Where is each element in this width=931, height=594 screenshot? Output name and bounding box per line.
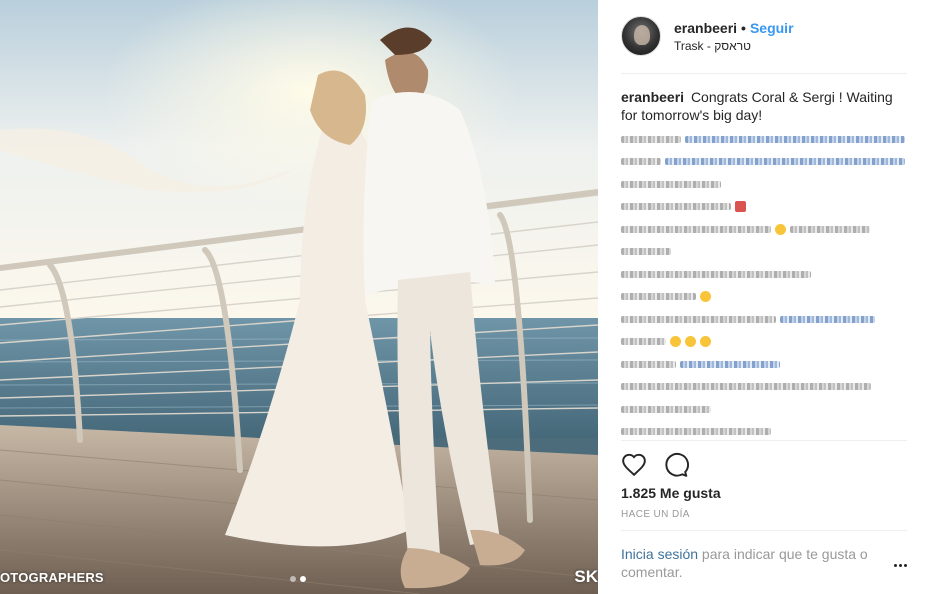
blurred-comment xyxy=(621,398,911,421)
blurred-comment xyxy=(621,151,911,174)
brand-watermark: SK xyxy=(574,567,598,586)
photo-illustration xyxy=(0,0,598,594)
login-divider xyxy=(621,530,907,531)
avatar[interactable] xyxy=(621,16,661,56)
more-options-icon[interactable] xyxy=(894,562,910,568)
caption-username[interactable]: eranbeeri xyxy=(621,89,684,105)
header-text: eranbeeri • Seguir Trask - טראסק xyxy=(674,20,794,53)
heart-icon[interactable] xyxy=(621,452,647,478)
blurred-comment xyxy=(621,331,911,354)
blurred-comment xyxy=(621,286,911,309)
post-header: eranbeeri • Seguir Trask - טראסק xyxy=(621,14,794,58)
post-side-panel: eranbeeri • Seguir Trask - טראסק eranbee… xyxy=(598,0,931,594)
blurred-comment xyxy=(621,196,911,219)
actions-divider xyxy=(621,440,907,441)
post-photo[interactable]: OTOGRAPHERS SK xyxy=(0,0,598,594)
blurred-comment xyxy=(621,376,911,399)
blurred-comment xyxy=(621,218,911,241)
header-divider xyxy=(621,73,907,74)
header-username[interactable]: eranbeeri xyxy=(674,20,737,36)
blurred-comment xyxy=(621,263,911,286)
follow-button[interactable]: Seguir xyxy=(750,20,794,36)
like-count[interactable]: 1.825 Me gusta xyxy=(621,485,721,501)
post-timestamp: HACE UN DÍA xyxy=(621,509,690,520)
carousel-dot-active[interactable] xyxy=(300,576,306,582)
comments-list xyxy=(621,128,911,443)
header-line: eranbeeri • Seguir xyxy=(674,20,794,36)
blurred-comment xyxy=(621,241,911,264)
photographer-watermark: OTOGRAPHERS xyxy=(0,570,104,585)
blurred-comment xyxy=(621,308,911,331)
post-actions xyxy=(621,452,689,478)
carousel-indicator xyxy=(290,576,306,582)
separator-dot: • xyxy=(741,19,746,36)
carousel-dot[interactable] xyxy=(290,576,296,582)
blurred-comment xyxy=(621,128,911,151)
blurred-comment xyxy=(621,173,911,196)
login-prompt: Inicia sesión para indicar que te gusta … xyxy=(621,545,891,581)
login-link[interactable]: Inicia sesión xyxy=(621,546,698,562)
comment-icon[interactable] xyxy=(663,452,689,478)
blurred-comment xyxy=(621,353,911,376)
location-link[interactable]: Trask - טראסק xyxy=(674,39,794,53)
post-caption: eranbeeri Congrats Coral & Sergi ! Waiti… xyxy=(621,88,911,124)
